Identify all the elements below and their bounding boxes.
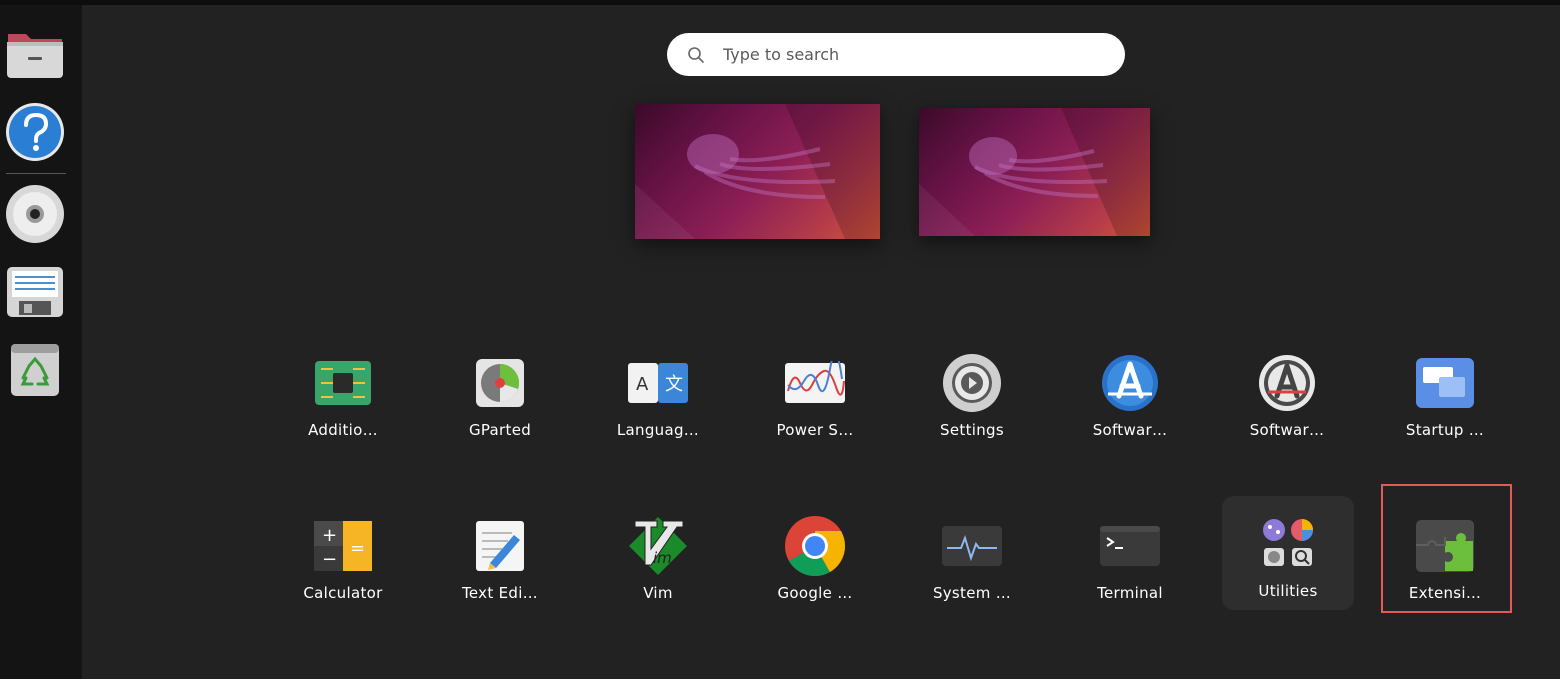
app-label: Extensi… [1408,584,1482,602]
startup-icon [1416,358,1474,408]
folder-icon [7,34,63,78]
dock-item-floppy[interactable] [4,261,66,323]
app-label: Languag… [616,421,700,439]
app-label: Additio… [308,421,378,439]
app-folder-utilities[interactable]: Utilities [1222,496,1354,610]
software-store-icon [1102,355,1158,411]
app-additional-drivers[interactable]: Additio… [277,335,409,449]
app-label: Startup … [1405,421,1485,439]
app-text-editor[interactable]: Text Edi… [434,498,566,612]
search-icon [688,46,704,63]
dock-item-files[interactable] [4,23,66,85]
app-calculator[interactable]: + − = Calculator [277,498,409,612]
chip-icon [315,361,371,405]
app-extensions[interactable]: Extensi… [1379,498,1511,612]
dock-item-trash[interactable] [4,339,66,401]
trash-icon [11,344,59,396]
floppy-icon [7,267,63,317]
app-label: Softwar… [1249,421,1325,439]
app-label: Google … [777,584,853,602]
gparted-icon [476,359,524,407]
app-language-support[interactable]: A 文 Languag… [592,335,724,449]
system-monitor-icon [942,526,1002,566]
app-software[interactable]: Softwar… [1064,335,1196,449]
help-icon [6,103,64,161]
app-label: Softwar… [1092,421,1168,439]
folder-grid-icon [1263,519,1313,566]
dock [0,5,82,679]
app-label: Utilities [1258,582,1318,600]
svg-text:文: 文 [665,374,683,395]
workspace-thumbnail-1[interactable] [635,104,880,239]
chrome-icon [785,516,845,577]
svg-text:A: A [636,374,649,395]
app-system-monitor[interactable]: System … [906,498,1038,612]
app-gparted[interactable]: GParted [434,335,566,449]
workspace-thumbnail-2[interactable] [919,108,1150,236]
puzzle-icon [1416,520,1474,572]
app-google-chrome[interactable]: Google … [749,498,881,612]
app-terminal[interactable]: Terminal [1064,498,1196,612]
disc-icon [6,185,64,243]
app-power-statistics[interactable]: Power S… [749,335,881,449]
app-label: Vim [643,584,673,602]
app-settings[interactable]: Settings [906,335,1038,449]
svg-text:=: = [350,538,365,559]
dock-separator [6,173,66,174]
language-icon: A 文 [628,363,688,403]
text-editor-icon [476,521,524,571]
app-software-updater[interactable]: Softwar… [1221,335,1353,449]
search-input[interactable] [721,44,1085,65]
vim-icon: im [629,517,687,575]
app-label: Calculator [303,584,383,602]
jellyfish-wallpaper-icon [635,104,880,239]
svg-text:+: + [322,525,337,546]
app-vim[interactable]: im Vim [592,498,724,612]
power-stats-icon [785,361,845,403]
gear-icon [943,354,1001,412]
top-bar [0,0,1560,5]
app-label: GParted [468,421,532,439]
app-label: Text Edi… [462,584,538,602]
app-label: System … [932,584,1012,602]
terminal-icon [1100,526,1160,566]
search-bar[interactable] [667,33,1125,76]
svg-text:−: − [322,549,337,570]
app-label: Settings [940,421,1004,439]
calculator-icon: + − = [314,521,372,571]
software-updater-icon [1259,355,1315,411]
dock-item-disc[interactable] [4,183,66,245]
app-startup-disk[interactable]: Startup … [1379,335,1511,449]
dock-item-help[interactable] [4,101,66,163]
app-label: Power S… [776,421,854,439]
svg-text:im: im [653,549,672,567]
app-label: Terminal [1097,584,1163,602]
jellyfish-wallpaper-icon [919,108,1150,236]
